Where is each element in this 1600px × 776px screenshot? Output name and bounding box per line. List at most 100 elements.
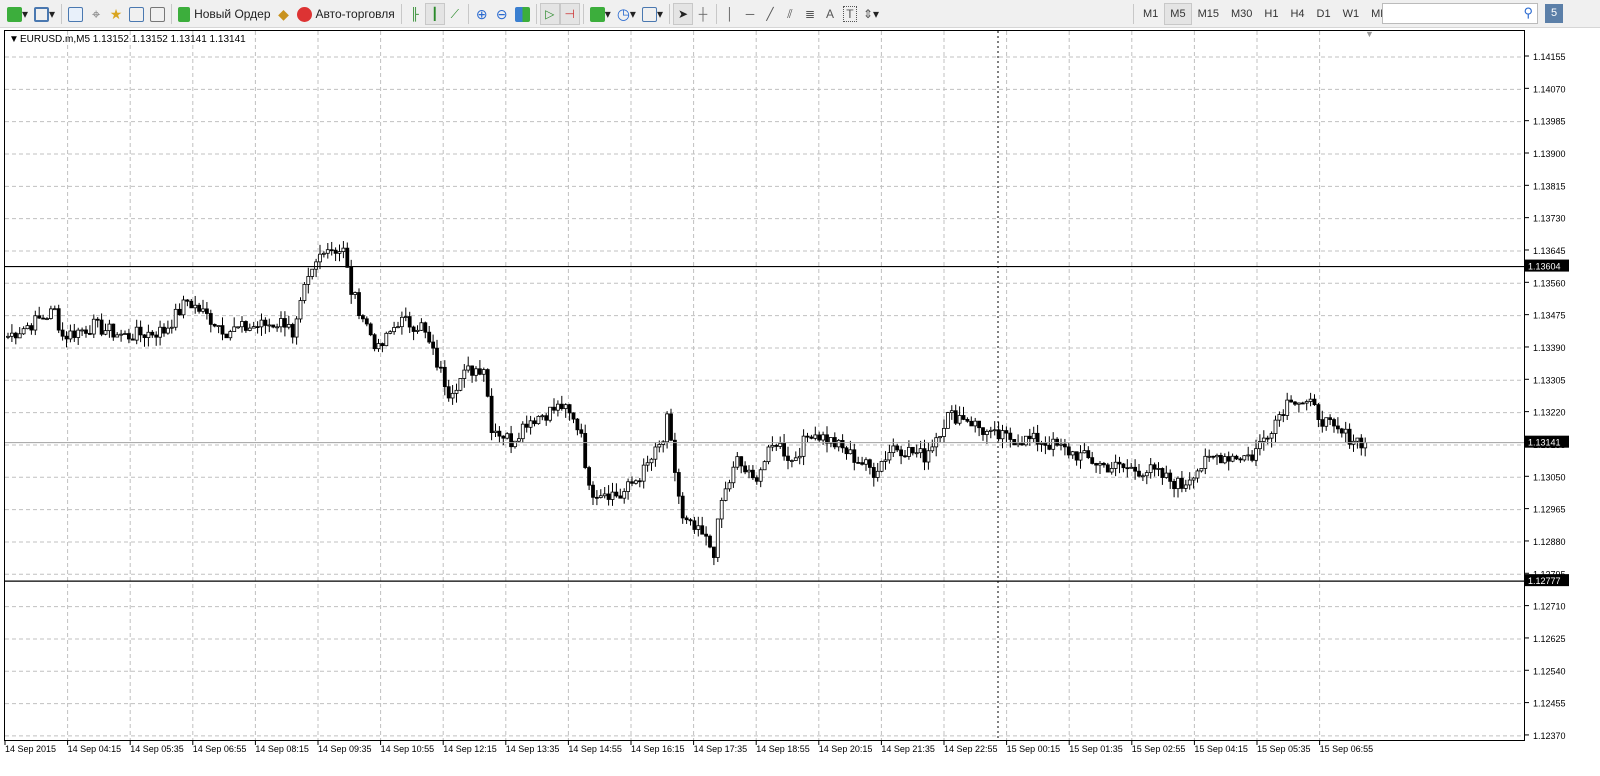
folder-star-icon: ★ [109,5,123,22]
text-label-button[interactable]: T [840,3,860,25]
timeframe-h1[interactable]: H1 [1258,3,1284,25]
candle-body [290,324,295,338]
chart-shift-button[interactable]: ⊣ [559,3,580,25]
candle-body [427,331,432,343]
price-chart[interactable]: ▼ EURUSD.m,M5 1.13152 1.13152 1.13141 1.… [4,29,1525,741]
arrows-button[interactable]: ⇕ ▾ [860,3,882,25]
price-axis[interactable]: 1.14155 1.14070 1.13985 1.13900 1.13815 1.137… [1525,30,1600,741]
crosshair-button[interactable]: ┼ [693,3,713,25]
candle-body [142,334,147,338]
price-label: 1.13390 [1533,343,1566,353]
auto-trading-icon [296,6,312,22]
separator [535,4,537,24]
time-label: 14 Sep 17:35 [694,744,748,754]
price-label: 1.13985 [1533,117,1566,127]
candle-body [228,331,233,339]
candle-body [907,446,911,457]
periods-button[interactable]: ◷ ▾ [614,3,639,25]
candle-body [751,469,755,479]
trendline-button[interactable]: ╱ [760,3,780,25]
candle-body [1000,430,1005,440]
candle-body [501,435,506,439]
candle-body [1355,437,1360,442]
text-icon: A [825,7,834,21]
candle-body [536,415,541,425]
time-axis[interactable]: 14 Sep 2015 14 Sep 04:15 14 Sep 05:35 14 Se… [0,741,1600,776]
candle-body [232,326,237,332]
candle-body [1281,414,1286,416]
candle-body [1363,442,1368,449]
new-order-button[interactable]: Новый Ордер [175,3,273,25]
search-input[interactable]: ⚲ [1382,3,1538,24]
candle-body [107,323,112,332]
terminal-button[interactable] [126,3,147,25]
auto-trading-label: Авто-торговля [315,7,395,21]
market-watch-button[interactable] [65,3,86,25]
candle-body [914,452,919,455]
candle-body [392,327,397,333]
candle-body [130,338,135,341]
timeframe-h4[interactable]: H4 [1284,3,1310,25]
timeframe-m30[interactable]: M30 [1225,3,1258,25]
chart-canvas[interactable]: ▼ EURUSD.m,M5 1.13152 1.13152 1.13141 1.… [5,29,1524,740]
notifications-badge[interactable]: 5 [1545,4,1563,23]
data-window-button[interactable]: ⌖ [86,3,106,25]
tile-icon [514,6,530,22]
zoom-out-button[interactable]: ⊖ [492,3,512,25]
tile-windows-button[interactable] [512,3,533,25]
candle-body [45,318,49,320]
timeframe-m5[interactable]: M5 [1164,3,1192,25]
timeframe-m1[interactable]: M1 [1137,3,1164,25]
candle-body [505,433,510,439]
candle-body [1289,399,1293,403]
indicators-button[interactable]: ▾ [587,3,614,25]
price-label: 1.12370 [1533,731,1566,741]
auto-scroll-button[interactable]: ▷ [539,3,560,25]
candle-body [1211,455,1215,458]
candlestick-button[interactable]: ┃ [424,3,445,25]
candle-body [891,445,896,454]
price-label: 1.13900 [1533,149,1566,159]
candle-body [1176,477,1180,490]
vertical-line-button[interactable]: │ [720,3,740,25]
candle-body [267,324,272,327]
profiles-button[interactable]: ▾ [31,3,58,25]
zoom-in-button[interactable]: ⊕ [472,3,492,25]
timeframe-d1[interactable]: D1 [1311,3,1337,25]
fibonacci-button[interactable]: ≣ [800,3,820,25]
time-label: 14 Sep 08:15 [255,744,309,754]
time-label: 14 Sep 13:35 [506,744,560,754]
candle-body [712,546,716,558]
auto-trading-button[interactable]: Авто-торговля [294,3,398,25]
candle-body [673,439,677,473]
bar-chart-button[interactable]: ╟ [405,3,425,25]
metaeditor-button[interactable]: ◆ [274,3,294,25]
strategy-tester-button[interactable] [147,3,168,25]
new-chart-button[interactable]: ▾ [4,3,31,25]
navigator-button[interactable]: ★ [106,3,126,25]
timeframe-w1[interactable]: W1 [1337,3,1366,25]
separator [715,4,717,24]
search-icon[interactable]: ⚲ [1523,5,1533,21]
candle-body [1183,484,1188,489]
candle-body [80,329,84,332]
candle-body [1129,466,1134,469]
candle-body [1008,432,1013,440]
candle-body [1152,464,1157,470]
line-chart-button[interactable]: ⟋ [445,3,465,25]
time-label: 14 Sep 20:15 [819,744,873,754]
cursor-button[interactable]: ➤ [672,3,693,25]
line-chart-icon: ⟋ [450,6,459,21]
candle-body [1242,455,1247,461]
templates-button[interactable]: ▾ [639,3,666,25]
candle-body [384,332,389,347]
horizontal-line-button[interactable]: ─ [740,3,760,25]
chart-collapse-icon[interactable]: ▼ [9,34,19,45]
candle-body [470,365,475,376]
shift-marker-icon[interactable]: ▼ [1365,29,1374,39]
candle-body [676,472,681,497]
time-label: 14 Sep 2015 [5,744,56,754]
equidistant-channel-button[interactable]: ⫽ [780,3,800,25]
timeframe-m15[interactable]: M15 [1192,3,1225,25]
text-button[interactable]: A [820,3,840,25]
